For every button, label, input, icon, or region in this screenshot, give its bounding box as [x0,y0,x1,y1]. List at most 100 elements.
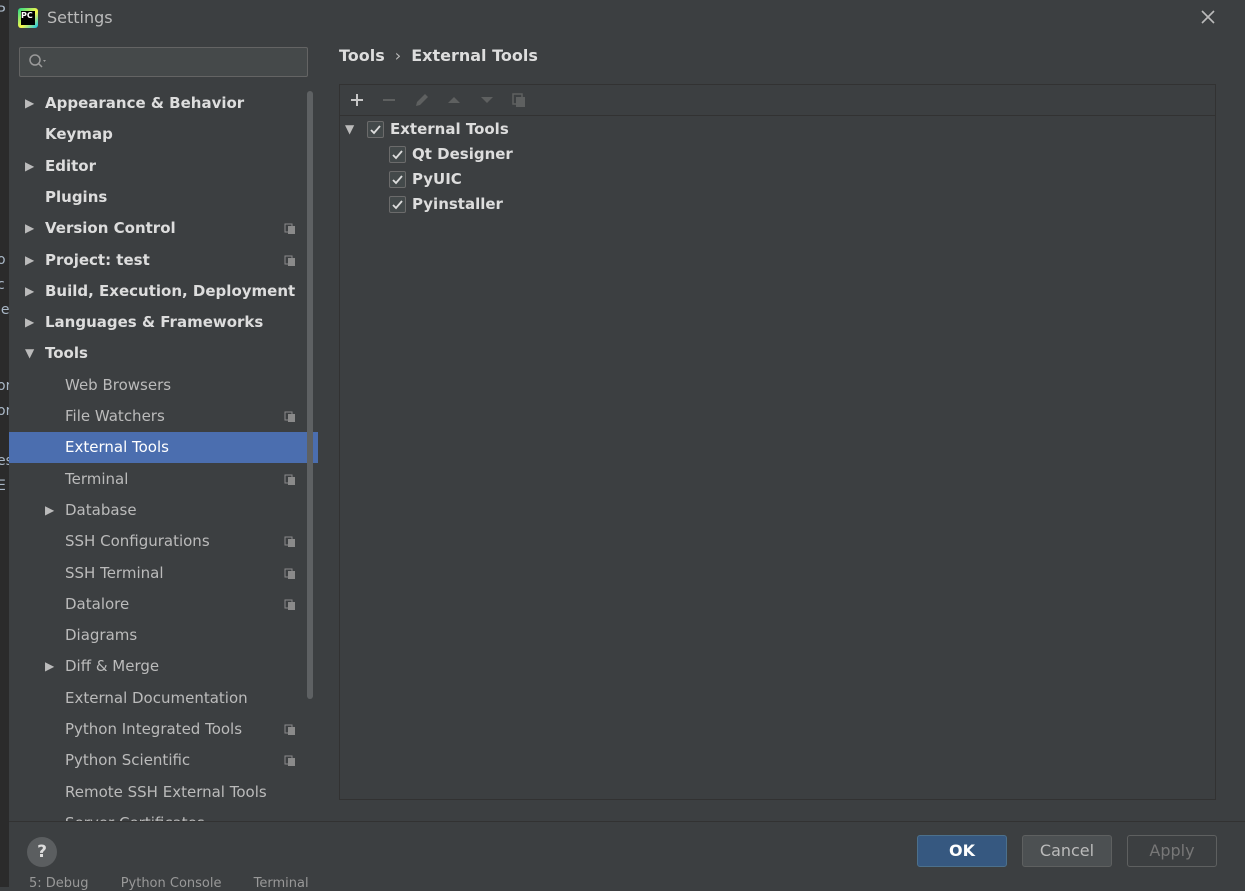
project-scope-icon [284,255,295,266]
sidebar-item[interactable]: Server Certificates [9,808,318,821]
move-up-button[interactable] [443,89,465,111]
sidebar-item[interactable]: Python Integrated Tools [9,714,318,745]
sidebar-item-label: Tools [45,344,88,362]
sidebar-item-label: Build, Execution, Deployment [45,282,296,300]
add-icon [351,94,363,106]
checkmark-icon [370,125,381,135]
sidebar-item-label: Languages & Frameworks [45,313,264,331]
terminal-tab[interactable]: Terminal [254,876,309,891]
tool-item-label: Pyinstaller [412,195,503,213]
background-ide-edge: P o c le or or es E [0,0,9,887]
tool-group-checkbox[interactable] [367,121,384,138]
project-scope-icon [284,223,295,234]
sidebar-item[interactable]: ▶ Build, Execution, Deployment [9,276,318,307]
settings-sidebar: ▶ Appearance & Behavior Keymap ▶ Editor Plugi… [9,36,318,821]
sidebar-item-label: Plugins [45,188,108,206]
sidebar-item-label: Web Browsers [65,376,172,394]
sidebar-item[interactable]: ▼ Tools [9,338,318,369]
settings-dialog: PC Settings ▶ Appearance & Behavior Keymap… [9,0,1245,891]
sidebar-item-label: Version Control [45,219,176,237]
close-icon [1201,10,1215,24]
collapse-arrow-icon[interactable]: ▶ [25,245,34,276]
tool-item-label: PyUIC [412,170,462,188]
sidebar-item[interactable]: Diagrams [9,620,318,651]
sidebar-item[interactable]: ▶ Languages & Frameworks [9,307,318,338]
pycharm-logo-icon: PC [18,8,38,28]
pencil-icon [416,94,428,106]
sidebar-item-label: Server Certificates [65,808,205,821]
sidebar-item-label: Datalore [65,595,130,613]
add-button[interactable] [346,89,368,111]
sidebar-item-label: Database [65,501,137,519]
edit-button[interactable] [411,89,433,111]
search-field[interactable] [50,51,304,73]
sidebar-item[interactable]: ▶ Database [9,495,318,526]
window-title: Settings [47,8,113,27]
cancel-button[interactable]: Cancel [1022,835,1112,867]
project-scope-icon [284,568,295,579]
project-scope-icon [284,474,295,485]
sidebar-item[interactable]: SSH Configurations [9,526,318,557]
remove-button[interactable] [378,89,400,111]
close-button[interactable] [1197,6,1219,28]
sidebar-item-label: Remote SSH External Tools [65,783,267,801]
settings-search-input[interactable] [19,47,308,77]
search-icon [29,54,46,68]
main-content: Tools › External Tools ▼ External Tools … [319,36,1245,821]
collapse-arrow-icon[interactable]: ▶ [25,88,34,119]
project-scope-icon [284,724,295,735]
sidebar-item-label: Project: test [45,251,150,269]
sidebar-item[interactable]: ▶ Editor [9,151,318,182]
tool-item-checkbox[interactable] [389,171,406,188]
tool-group-label: External Tools [390,120,509,138]
sidebar-item[interactable]: Remote SSH External Tools [9,777,318,808]
sidebar-scrollbar[interactable] [307,91,313,699]
copy-button[interactable] [508,89,530,111]
ok-button[interactable]: OK [917,835,1007,867]
sidebar-item-label: External Documentation [65,689,248,707]
tool-group-row[interactable]: ▼ External Tools [340,117,640,142]
move-down-button[interactable] [476,89,498,111]
tool-item-checkbox[interactable] [389,146,406,163]
collapse-arrow-icon[interactable]: ▶ [25,213,34,244]
tools-toolbar [340,85,1215,116]
sidebar-item[interactable]: External Documentation [9,683,318,714]
help-button[interactable]: ? [27,837,57,867]
collapse-arrow-icon[interactable]: ▶ [45,495,54,526]
collapse-arrow-icon[interactable]: ▶ [45,651,54,682]
sidebar-item-label: Terminal [65,470,129,488]
checkmark-icon [392,175,403,185]
expand-arrow-icon[interactable]: ▼ [345,117,354,142]
sidebar-item[interactable]: Python Scientific [9,745,318,776]
expand-arrow-icon[interactable]: ▼ [25,338,34,369]
sidebar-item[interactable]: External Tools [9,432,318,463]
sidebar-item[interactable]: ▶ Project: test [9,245,318,276]
sidebar-item[interactable]: Keymap [9,119,318,150]
tool-item-checkbox[interactable] [389,196,406,213]
sidebar-item[interactable]: Plugins [9,182,318,213]
collapse-arrow-icon[interactable]: ▶ [25,276,34,307]
collapse-arrow-icon[interactable]: ▶ [25,307,34,338]
sidebar-item[interactable]: Web Browsers [9,370,318,401]
tool-item-row[interactable]: Pyinstaller [340,192,640,217]
sidebar-item[interactable]: File Watchers [9,401,318,432]
tool-item-row[interactable]: PyUIC [340,167,640,192]
sidebar-item[interactable]: ▶ Version Control [9,213,318,244]
sidebar-item[interactable]: SSH Terminal [9,558,318,589]
debug-tab[interactable]: 5: Debug [29,876,89,891]
sidebar-item-label: Editor [45,157,96,175]
sidebar-item[interactable]: ▶ Appearance & Behavior [9,88,318,119]
apply-button[interactable]: Apply [1127,835,1217,867]
sidebar-item[interactable]: ▶ Diff & Merge [9,651,318,682]
tool-item-row[interactable]: Qt Designer [340,142,640,167]
collapse-arrow-icon[interactable]: ▶ [25,151,34,182]
breadcrumb-parent[interactable]: Tools [339,46,385,65]
sidebar-item-label: Python Integrated Tools [65,720,243,738]
sidebar-item[interactable]: Datalore [9,589,318,620]
external-tools-panel: ▼ External Tools Qt Designer PyUIC Pyins… [339,84,1216,800]
python-console-tab[interactable]: Python Console [121,876,222,891]
sidebar-item-label: SSH Configurations [65,532,210,550]
tool-item-label: Qt Designer [412,145,513,163]
sidebar-item[interactable]: Terminal [9,464,318,495]
sidebar-item-label: Diagrams [65,626,138,644]
